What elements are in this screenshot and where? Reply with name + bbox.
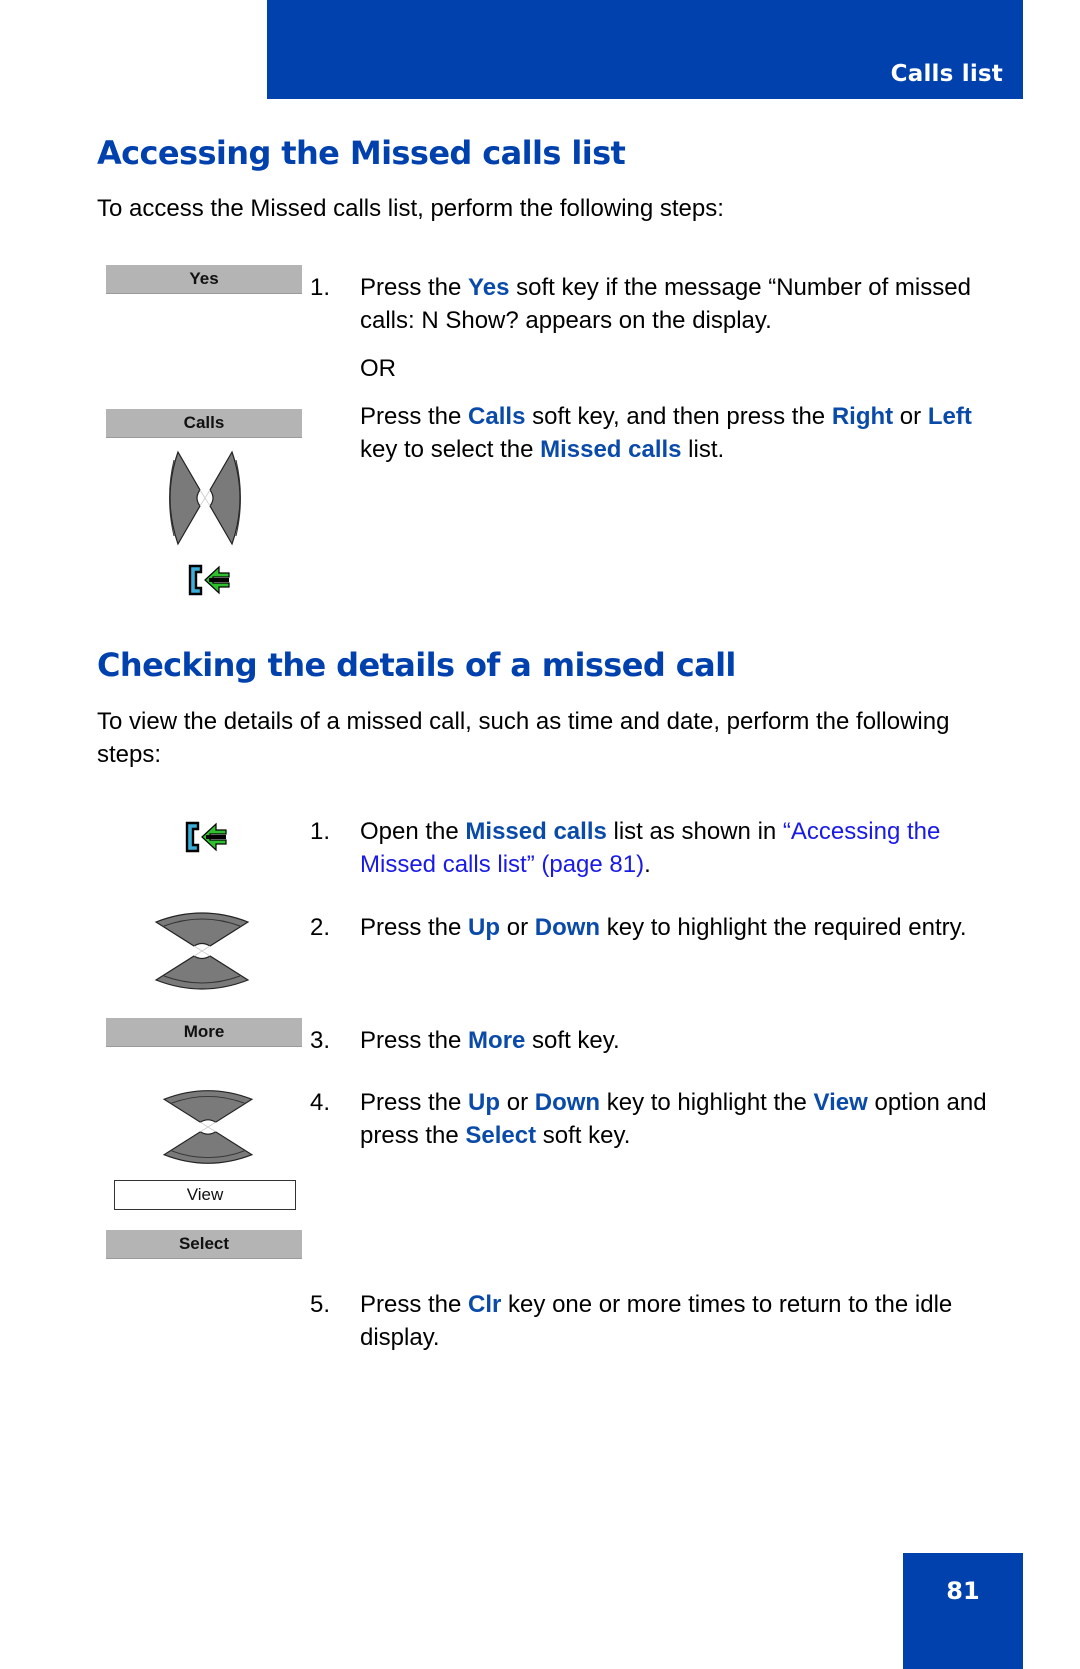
view-display-option: View <box>114 1180 296 1210</box>
or-separator: OR <box>360 355 396 382</box>
missed-calls-icon <box>184 820 228 854</box>
page-number-box: 81 <box>903 1553 1023 1669</box>
calls-softkey: Calls <box>106 409 302 438</box>
left-right-nav-key-icon <box>160 448 250 548</box>
heading-checking-details: Checking the details of a missed call <box>97 646 736 684</box>
step-number: 1. <box>310 274 331 301</box>
up-down-nav-key-icon <box>152 906 252 996</box>
step-text: Press the Yes soft key if the message “N… <box>360 274 971 334</box>
missed-calls-icon <box>187 563 231 597</box>
section2-step-1: 1. Open the Missed calls list as shown i… <box>310 818 941 878</box>
up-down-nav-key-icon <box>158 1084 258 1170</box>
section2-intro: To view the details of a missed call, su… <box>97 708 950 768</box>
section2-step-3: 3. Press the More soft key. <box>310 1027 620 1054</box>
section2-step-2: 2. Press the Up or Down key to highlight… <box>310 914 967 941</box>
keyword: Yes <box>468 274 510 301</box>
section2-step-5: 5. Press the Clr key one or more times t… <box>310 1291 953 1351</box>
step-text: Press the Calls soft key, and then press… <box>360 403 972 463</box>
section1-step-1: 1. Press the Yes soft key if the message… <box>310 271 990 341</box>
yes-softkey: Yes <box>106 265 302 294</box>
section1-alt-step: Press the Calls soft key, and then press… <box>310 400 990 470</box>
section-title: Calls list <box>890 61 1003 87</box>
more-softkey: More <box>106 1018 302 1047</box>
section2-step-4: 4. Press the Up or Down key to highlight… <box>310 1089 987 1149</box>
page-number: 81 <box>946 1577 980 1605</box>
select-softkey: Select <box>106 1230 302 1259</box>
header-bar: Calls list <box>267 0 1023 99</box>
heading-accessing-missed-calls: Accessing the Missed calls list <box>97 134 626 172</box>
section1-intro: To access the Missed calls list, perform… <box>97 195 724 222</box>
